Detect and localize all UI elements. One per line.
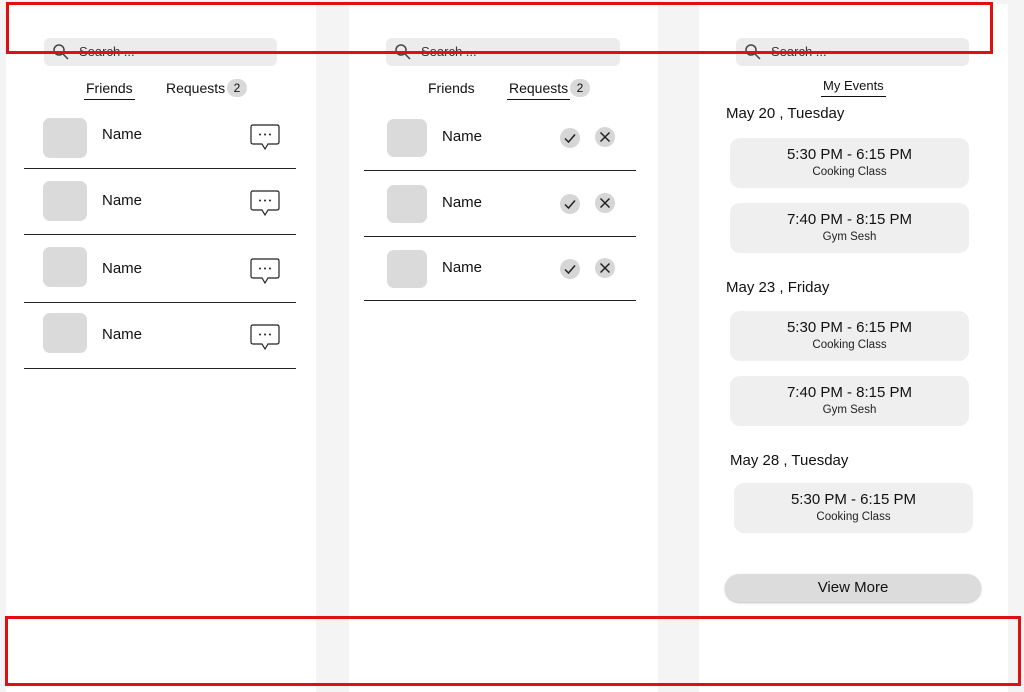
- view-more-button[interactable]: View More: [725, 574, 981, 602]
- avatar: [43, 247, 87, 287]
- check-icon: [564, 200, 576, 210]
- divider: [364, 170, 636, 171]
- requests-count-badge: 2: [570, 79, 590, 97]
- event-card[interactable]: 5:30 PM - 6:15 PM Cooking Class: [730, 311, 969, 361]
- event-card[interactable]: 7:40 PM - 8:15 PM Gym Sesh: [730, 203, 969, 253]
- chat-bubble-icon[interactable]: [250, 256, 280, 286]
- close-icon: [599, 262, 611, 274]
- tab-friends[interactable]: Friends: [428, 80, 475, 96]
- decline-button[interactable]: [595, 258, 615, 278]
- tab-my-events[interactable]: My Events: [821, 78, 886, 97]
- divider: [24, 302, 296, 303]
- event-title: Cooking Class: [812, 166, 887, 178]
- close-icon: [599, 131, 611, 143]
- event-card[interactable]: 7:40 PM - 8:15 PM Gym Sesh: [730, 376, 969, 426]
- requester-name: Name: [442, 128, 483, 145]
- chat-bubble-icon[interactable]: [250, 122, 280, 152]
- avatar: [387, 185, 427, 223]
- accept-button[interactable]: [560, 194, 580, 214]
- events-panel: Search ... My Events May 20 , Tuesday 5:…: [699, 4, 1008, 692]
- chat-bubble-icon[interactable]: [250, 188, 280, 218]
- event-date-heading: May 23 , Friday: [726, 279, 830, 296]
- event-time: 5:30 PM - 6:15 PM: [790, 491, 917, 508]
- decline-button[interactable]: [595, 127, 615, 147]
- avatar: [43, 313, 87, 353]
- requests-count-badge: 2: [227, 79, 247, 97]
- decline-button[interactable]: [595, 193, 615, 213]
- requester-name: Name: [442, 259, 483, 276]
- divider: [24, 234, 296, 235]
- event-title: Cooking Class: [812, 339, 887, 351]
- event-title: Gym Sesh: [822, 231, 877, 243]
- requester-name: Name: [442, 194, 483, 211]
- accept-button[interactable]: [560, 259, 580, 279]
- divider: [24, 168, 296, 169]
- event-time: 7:40 PM - 8:15 PM: [786, 211, 913, 228]
- tab-friends[interactable]: Friends: [84, 80, 135, 100]
- divider: [364, 236, 636, 237]
- tab-requests[interactable]: Requests: [506, 80, 571, 100]
- event-date-heading: May 28 , Tuesday: [730, 452, 849, 469]
- friend-name: Name: [102, 192, 143, 209]
- event-time: 7:40 PM - 8:15 PM: [786, 384, 913, 401]
- event-title: Gym Sesh: [822, 404, 877, 416]
- close-icon: [599, 197, 611, 209]
- chat-bubble-icon[interactable]: [250, 322, 280, 352]
- event-time: 5:30 PM - 6:15 PM: [786, 319, 913, 336]
- event-time: 5:30 PM - 6:15 PM: [786, 146, 913, 163]
- friend-name: Name: [102, 126, 143, 143]
- check-icon: [564, 265, 576, 275]
- avatar: [43, 181, 87, 221]
- event-title: Cooking Class: [816, 511, 891, 523]
- event-card[interactable]: 5:30 PM - 6:15 PM Cooking Class: [730, 138, 969, 188]
- avatar: [43, 118, 87, 158]
- event-date-heading: May 20 , Tuesday: [726, 105, 845, 122]
- avatar: [387, 119, 427, 157]
- accept-button[interactable]: [560, 128, 580, 148]
- friends-panel: Search ... Friends Requests 2 Name Name …: [6, 4, 316, 692]
- annotation-box-top: [6, 2, 993, 54]
- tab-requests[interactable]: Requests: [166, 80, 225, 96]
- requests-panel: Search ... Friends Requests 2 Name Name …: [349, 4, 658, 692]
- divider: [364, 300, 636, 301]
- friend-name: Name: [102, 326, 143, 343]
- friend-name: Name: [102, 260, 143, 277]
- divider: [24, 368, 296, 369]
- check-icon: [564, 134, 576, 144]
- avatar: [387, 250, 427, 288]
- event-card[interactable]: 5:30 PM - 6:15 PM Cooking Class: [734, 483, 973, 533]
- annotation-box-bottom: [5, 616, 1021, 686]
